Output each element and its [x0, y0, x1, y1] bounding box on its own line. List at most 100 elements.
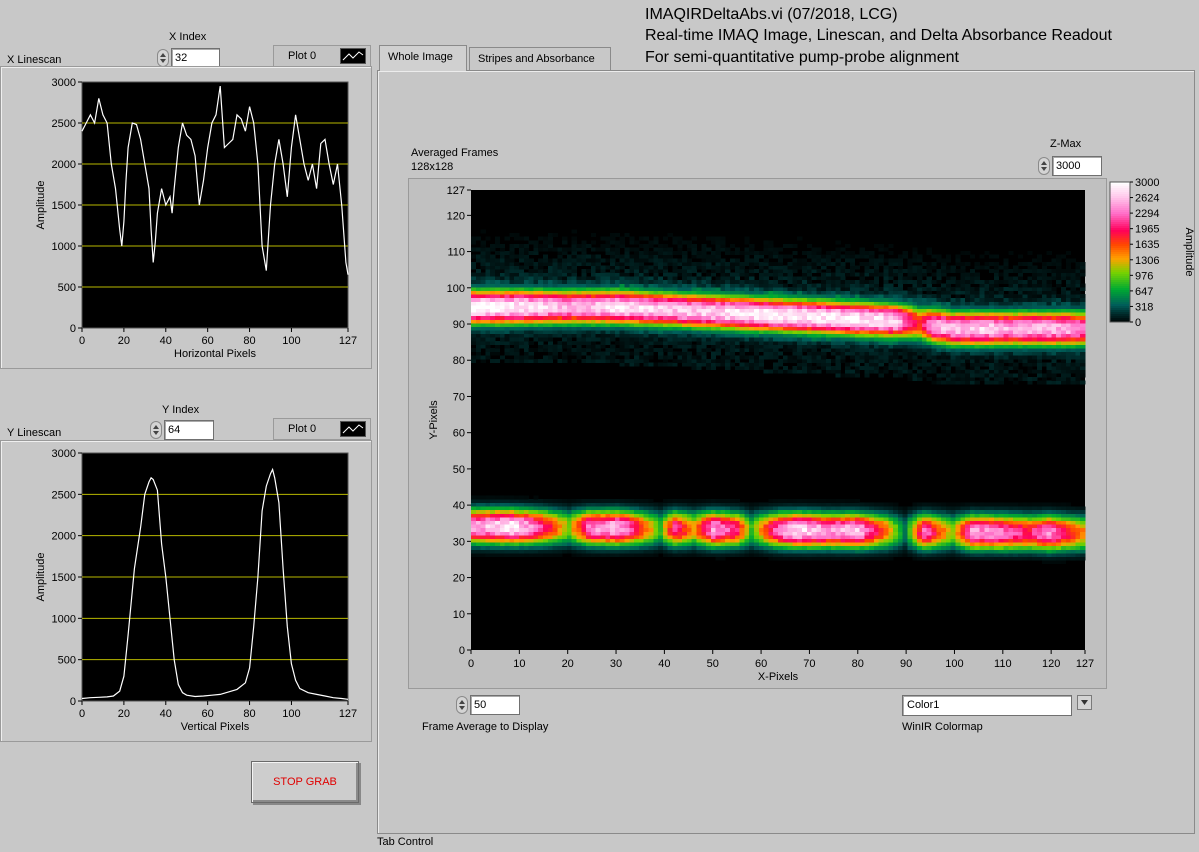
z-max-label: Z-Max	[1050, 138, 1082, 150]
y-axis-label: Amplitude	[35, 181, 47, 230]
vi-title: IMAQIRDeltaAbs.vi (07/2018, LCG)	[645, 6, 898, 23]
y-tick-label: 120	[447, 210, 465, 222]
z-tick-label: 1965	[1135, 224, 1159, 236]
colormap-select[interactable]: Color1	[902, 695, 1072, 716]
y-tick-label: 2000	[52, 531, 76, 543]
x-tick-label: 100	[282, 335, 300, 347]
x-tick-label: 40	[160, 335, 172, 347]
z-tick-label: 2624	[1135, 193, 1159, 205]
y-tick-label: 70	[453, 391, 465, 403]
frame-average-input[interactable]: 50	[470, 695, 520, 715]
tab-control-label: Tab Control	[377, 836, 434, 848]
x-axis-label: Horizontal Pixels	[174, 348, 256, 360]
z-tick-label: 2294	[1135, 208, 1159, 220]
x-tick-label: 30	[610, 658, 622, 670]
x-tick-label: 80	[243, 708, 255, 720]
y-index-label: Y Index	[162, 404, 200, 416]
x-tick-label: 40	[658, 658, 670, 670]
x-plot-legend-label: Plot 0	[288, 50, 317, 62]
y-tick-label: 500	[58, 655, 76, 667]
z-tick-label: 318	[1135, 301, 1153, 313]
x-tick-label: 110	[994, 658, 1012, 670]
tab-whole-image[interactable]: Whole Image	[379, 45, 467, 71]
y-index-input[interactable]: 64	[164, 420, 214, 440]
y-tick-label: 3000	[52, 448, 76, 460]
x-linescan-graph: X Linescan 0 500 1000 1500 2000 2500 3000 0 20 40…	[0, 54, 372, 369]
x-tick-label: 80	[852, 658, 864, 670]
y-axis-label: Y-Pixels	[428, 400, 440, 440]
y-tick-label: 127	[447, 185, 465, 197]
y-tick-label: 500	[58, 282, 76, 294]
y-tick-label: 110	[447, 247, 465, 259]
frame-average-control[interactable]: 50	[456, 695, 520, 715]
y-tick-label: 60	[453, 428, 465, 440]
vi-subtitle: Real-time IMAQ Image, Linescan, and Delt…	[645, 27, 1112, 44]
intensity-graph: 0 10 20 30 40 50 60 70 80 90 100 110 120 127 0 10 20 30 40…	[408, 178, 1107, 689]
z-max-spinner[interactable]	[1038, 157, 1050, 175]
chevron-down-icon[interactable]	[1077, 695, 1092, 710]
x-tick-label: 120	[1042, 658, 1060, 670]
x-tick-label: 0	[79, 335, 85, 347]
y-tick-label: 1500	[52, 572, 76, 584]
x-index-label: X Index	[169, 31, 207, 43]
y-index-spinner[interactable]	[150, 421, 162, 439]
x-tick-label: 80	[243, 335, 255, 347]
y-tick-label: 90	[453, 319, 465, 331]
intensity-graph-size: 128x128	[411, 161, 454, 173]
y-plot-legend-label: Plot 0	[288, 423, 317, 435]
z-axis-label: Amplitude	[1183, 228, 1195, 277]
y-tick-label: 2000	[52, 159, 76, 171]
x-tick-label: 100	[282, 708, 300, 720]
x-index-control[interactable]: 32	[157, 48, 221, 68]
intensity-plot: 0 10 20 30 40 50 60 70 80 90 100 110 120 127 0 10 20 30 40…	[428, 185, 1094, 683]
line-style-icon	[340, 421, 366, 437]
x-linescan-plot: 0 500 1000 1500 2000 2500 3000 0 20 40 60 80 100 127 H…	[35, 77, 357, 360]
x-axis-label: Vertical Pixels	[181, 721, 250, 733]
y-tick-label: 50	[453, 464, 465, 476]
amplitude-color-scale: 0 318 647 976 1306 1635 1965 2294 2624 3000 Amplit…	[1109, 177, 1195, 329]
stop-grab-button[interactable]: STOP GRAB	[251, 761, 359, 803]
x-index-input[interactable]: 32	[171, 48, 220, 68]
y-tick-label: 2500	[52, 118, 76, 130]
y-tick-label: 30	[453, 536, 465, 548]
y-tick-label: 1000	[52, 613, 76, 625]
colormap-label: WinIR Colormap	[902, 721, 983, 733]
x-plot-legend[interactable]: Plot 0	[273, 45, 371, 67]
x-tick-label: 60	[202, 335, 214, 347]
tab-stripes-and-absorbance[interactable]: Stripes and Absorbance	[469, 47, 611, 71]
frame-average-label: Frame Average to Display	[422, 721, 549, 733]
line-style-icon	[340, 48, 366, 64]
y-tick-label: 1000	[52, 241, 76, 253]
x-tick-label: 127	[339, 708, 357, 720]
z-tick-label: 976	[1135, 270, 1153, 282]
y-plot-legend[interactable]: Plot 0	[273, 418, 371, 440]
y-tick-label: 0	[70, 323, 76, 335]
x-linescan-label: X Linescan	[7, 54, 62, 66]
x-tick-label: 127	[339, 335, 357, 347]
colormap-value: Color1	[907, 699, 940, 711]
x-tick-label: 100	[945, 658, 963, 670]
z-tick-label: 0	[1135, 317, 1141, 329]
z-tick-label: 1306	[1135, 255, 1159, 267]
x-tick-label: 70	[803, 658, 815, 670]
z-max-control[interactable]: 3000	[1038, 156, 1102, 176]
z-tick-label: 1635	[1135, 239, 1159, 251]
x-tick-label: 10	[513, 658, 525, 670]
intensity-graph-title: Averaged Frames	[411, 147, 499, 159]
x-index-spinner[interactable]	[157, 49, 169, 67]
y-tick-label: 20	[453, 573, 465, 585]
x-tick-label: 50	[707, 658, 719, 670]
x-tick-label: 40	[160, 708, 172, 720]
vi-purpose: For semi-quantitative pump-probe alignme…	[645, 49, 959, 66]
y-index-control[interactable]: 64	[150, 420, 216, 440]
z-max-input[interactable]: 3000	[1052, 156, 1102, 176]
x-axis-label: X-Pixels	[758, 671, 799, 683]
x-tick-label: 60	[202, 708, 214, 720]
x-tick-label: 0	[468, 658, 474, 670]
y-linescan-plot: 0 500 1000 1500 2000 2500 3000 0 20 40 60 80 100 127 V…	[35, 448, 357, 733]
y-tick-label: 2500	[52, 489, 76, 501]
frame-average-spinner[interactable]	[456, 696, 468, 714]
x-tick-label: 0	[79, 708, 85, 720]
y-tick-label: 0	[70, 696, 76, 708]
y-linescan-graph: Y Linescan 0 500 1000 1500 2000 2500 3000 0 20 40…	[0, 427, 372, 742]
